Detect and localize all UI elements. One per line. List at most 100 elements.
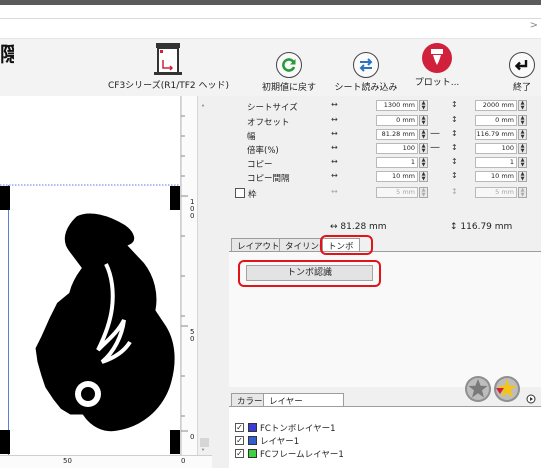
- width-arrow-icon: ↔: [331, 100, 338, 109]
- offset-y-field[interactable]: 0 mm: [475, 115, 517, 126]
- width-arrow-icon: ↔: [331, 171, 338, 180]
- fish-design: [0, 96, 197, 458]
- link-dash-icon: —: [430, 128, 440, 139]
- scale-x-spinner[interactable]: ▲ ▼: [419, 143, 428, 154]
- offset-x-field[interactable]: 0 mm: [376, 115, 418, 126]
- size-row: 幅 ↔ 81.28 mm ▲ ▼ — ↕ 116.79 mm ▲ ▼: [226, 128, 541, 142]
- layer-item[interactable]: ✓ FCフレームレイヤー1: [235, 448, 525, 460]
- layer-color-swatch: [248, 449, 257, 458]
- copy-spacing-y-field[interactable]: 10 mm: [475, 171, 517, 182]
- horizontal-ruler: 50 0: [0, 455, 212, 468]
- size-height-field[interactable]: 116.79 mm: [475, 129, 517, 140]
- copy-spacing-x-spinner[interactable]: ▲ ▼: [419, 171, 428, 182]
- copies-label: コピー: [247, 160, 273, 170]
- copy-spacing-x-field[interactable]: 10 mm: [376, 171, 418, 182]
- scale-x-field[interactable]: 100: [376, 143, 418, 154]
- scale-y-spinner[interactable]: ▲ ▼: [518, 143, 527, 154]
- scroll-thumb[interactable]: [200, 438, 209, 447]
- layer-item[interactable]: ✓ FCトンボレイヤー1: [235, 422, 525, 434]
- layer-name: FCトンボレイヤー1: [260, 424, 336, 434]
- width-arrow-icon: ↔: [331, 115, 338, 124]
- tombo-button-highlight: [238, 260, 381, 287]
- tab-layout[interactable]: レイアウト: [231, 238, 286, 252]
- frame-checkbox[interactable]: [235, 188, 245, 198]
- swap-arrows-icon: [353, 52, 379, 78]
- copy-spacing-y-spinner[interactable]: ▲ ▼: [518, 171, 527, 182]
- chevron-right-icon[interactable]: >: [530, 20, 538, 31]
- read-sheet-label: シート読み込み: [334, 83, 398, 93]
- height-arrow-icon: ↕: [451, 187, 458, 196]
- result-dimensions: ↔ 81.28 mm ↕ 116.79 mm: [226, 222, 541, 234]
- copy-spacing-label: コピー間隔: [247, 174, 290, 184]
- offset-y-spinner[interactable]: ▲ ▼: [518, 115, 527, 126]
- plot-button[interactable]: プロット...: [410, 43, 464, 88]
- exit-button[interactable]: 終了: [505, 52, 539, 93]
- layer-tabs: カラー レイヤー: [229, 393, 541, 407]
- size-label: 幅: [247, 132, 256, 142]
- scale-label: 倍率(%): [247, 146, 279, 156]
- reset-button[interactable]: 初期値に戻す: [256, 52, 322, 93]
- ruler-h-label-50: 50: [63, 457, 72, 465]
- copies-y-field[interactable]: 1: [475, 157, 517, 168]
- width-arrow-icon: ↔: [331, 129, 338, 138]
- frame-label: 枠: [248, 190, 257, 200]
- sheet-width-spinner[interactable]: ▲ ▼: [419, 100, 428, 111]
- size-height-spinner[interactable]: ▲ ▼: [518, 129, 527, 140]
- title-bar: >: [0, 5, 541, 39]
- height-arrow-icon: ↕: [451, 157, 458, 166]
- reset-label: 初期値に戻す: [261, 83, 316, 93]
- ruler-label-50: 5 0: [190, 328, 195, 343]
- copies-row: コピー ↔ 1 ▲ ▼ ↕ 1 ▲ ▼: [226, 157, 541, 170]
- read-sheet-button[interactable]: シート読み込み: [330, 52, 402, 93]
- height-arrow-icon: ↕: [451, 129, 458, 138]
- layer-name: FCフレームレイヤー1: [260, 450, 344, 460]
- layer-checkbox[interactable]: ✓: [235, 449, 244, 458]
- title-rule: [0, 18, 541, 19]
- result-height: ↕ 116.79 mm: [450, 222, 513, 232]
- layer-list: ✓ FCトンボレイヤー1 ✓ レイヤー1 ✓ FCフレームレイヤー1: [229, 406, 541, 468]
- vertical-scrollbar[interactable]: ˄ ˅: [197, 96, 211, 458]
- copy-spacing-row: コピー間隔 ↔ 10 mm ▲ ▼ ↕ 10 mm ▲ ▼: [226, 171, 541, 184]
- sheet-width-field[interactable]: 1300 mm: [376, 100, 418, 111]
- result-width: ↔ 81.28 mm: [330, 222, 387, 232]
- exit-label: 終了: [512, 83, 531, 93]
- copies-x-field[interactable]: 1: [376, 157, 418, 168]
- plot-label: プロット...: [414, 78, 460, 88]
- size-width-field[interactable]: 81.28 mm: [376, 129, 418, 140]
- copies-y-spinner[interactable]: ▲ ▼: [518, 157, 527, 168]
- tab-layer[interactable]: レイヤー: [263, 393, 344, 407]
- frame-y-spinner[interactable]: ▲ ▼: [518, 187, 527, 198]
- scale-row: 倍率(%) ↔ 100 ▲ ▼ — ↕ 100 ▲ ▼: [226, 142, 541, 156]
- ruler-label-0: 0: [190, 433, 195, 441]
- sheet-settings: シートサイズ ↔ 1300 mm ▲ ▼ ↕ 2000 mm ▲ ▼ オフセット ↔…: [226, 98, 541, 234]
- machine-button[interactable]: CF3シリーズ(R1/TF2 ヘッド): [108, 42, 229, 91]
- width-arrow-icon: ↔: [331, 143, 338, 152]
- toolbar: 隠 CF3シリーズ(R1/TF2 ヘッド) 初期値に戻す シート読み込み プロッ…: [0, 39, 541, 96]
- height-arrow-icon: ↕: [451, 143, 458, 152]
- ruler-h-label-0: 0: [181, 457, 186, 465]
- layer-item[interactable]: ✓ レイヤー1: [235, 435, 525, 447]
- sheet-height-spinner[interactable]: ▲ ▼: [518, 100, 527, 111]
- layer-color-swatch: [248, 423, 257, 432]
- plot-pen-icon: [422, 43, 452, 73]
- frame-x-field[interactable]: 5 mm: [376, 187, 418, 198]
- offset-row: オフセット ↔ 0 mm ▲ ▼ ↕ 0 mm ▲ ▼: [226, 115, 541, 128]
- copies-x-spinner[interactable]: ▲ ▼: [419, 157, 428, 168]
- frame-row: 枠 ↔ 5 mm ▲ ▼ ↕ 5 mm ▲ ▼: [226, 187, 541, 200]
- sheet-size-label: シートサイズ: [247, 103, 298, 113]
- sheet-height-field[interactable]: 2000 mm: [475, 100, 517, 111]
- width-arrow-icon: ↔: [331, 157, 338, 166]
- scale-y-field[interactable]: 100: [475, 143, 517, 154]
- scroll-up-icon[interactable]: ˄: [201, 104, 205, 113]
- frame-y-field[interactable]: 5 mm: [475, 187, 517, 198]
- partial-title: 隠: [0, 43, 14, 65]
- tombo-tab-highlight: [320, 235, 373, 255]
- width-arrow-icon: ↔: [331, 187, 338, 196]
- frame-x-spinner[interactable]: ▲ ▼: [419, 187, 428, 198]
- settings-tabs: レイアウト タイリング トンボ: [229, 238, 541, 252]
- layer-checkbox[interactable]: ✓: [235, 423, 244, 432]
- size-width-spinner[interactable]: ▲ ▼: [419, 129, 428, 140]
- layer-checkbox[interactable]: ✓: [235, 436, 244, 445]
- sheet-size-row: シートサイズ ↔ 1300 mm ▲ ▼ ↕ 2000 mm ▲ ▼: [226, 100, 541, 113]
- offset-x-spinner[interactable]: ▲ ▼: [419, 115, 428, 126]
